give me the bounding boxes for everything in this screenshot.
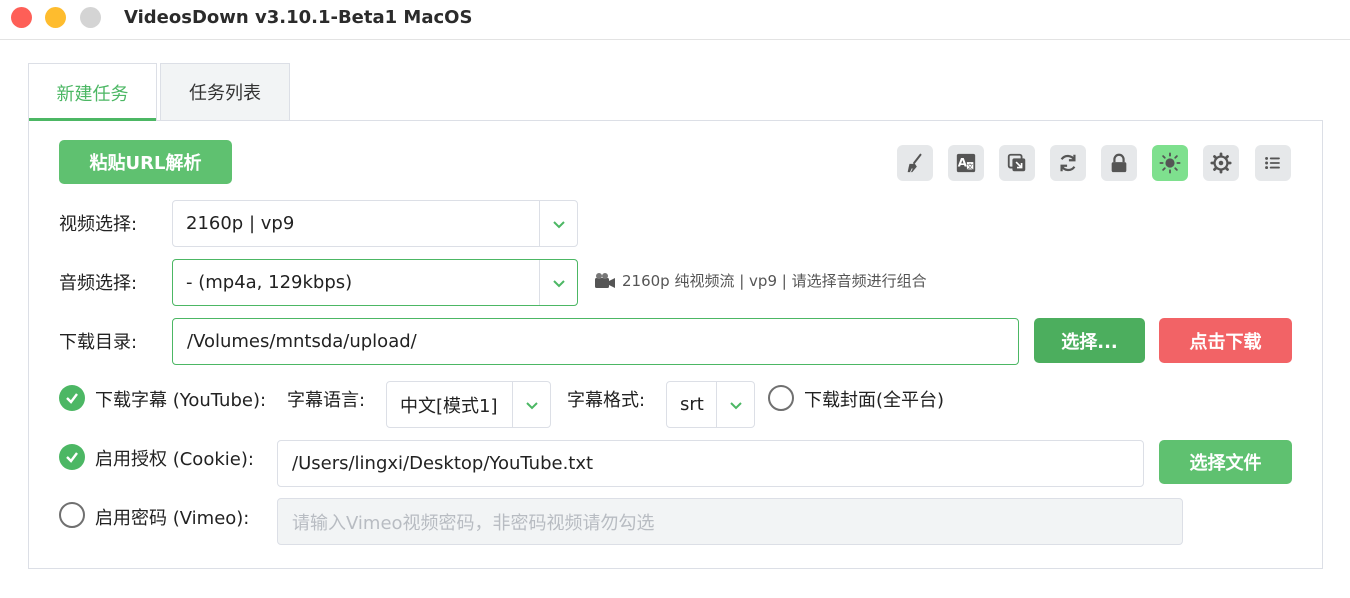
window-title: VideosDown v3.10.1-Beta1 MacOS (124, 7, 473, 28)
chevron-down-icon[interactable] (539, 260, 577, 305)
close-window-button[interactable] (11, 7, 32, 28)
password-input[interactable]: 请输入Vimeo视频密码，非密码视频请勿勾选 (277, 498, 1183, 545)
title-bar: VideosDown v3.10.1-Beta1 MacOS (0, 0, 1350, 40)
cookie-file-input[interactable]: /Users/lingxi/Desktop/YouTube.txt (277, 440, 1144, 487)
app-window: VideosDown v3.10.1-Beta1 MacOS 新建任务 任务列表… (0, 0, 1350, 598)
download-dir-input[interactable]: /Volumes/mntsda/upload/ (172, 318, 1019, 365)
subtitle-checkbox[interactable] (59, 385, 85, 411)
audio-select-label: 音频选择: (59, 273, 138, 294)
tab-task-list[interactable]: 任务列表 (160, 63, 290, 120)
subtitle-lang-value: 中文[模式1] (400, 395, 498, 417)
cookie-checkbox-label: 启用授权 (Cookie): (95, 449, 254, 470)
chevron-down-icon[interactable] (539, 201, 577, 246)
password-checkbox[interactable] (59, 502, 85, 528)
gear-icon[interactable] (1203, 145, 1239, 181)
subtitle-lang-select[interactable]: 中文[模式1] (386, 381, 551, 428)
subtitle-checkbox-label: 下载字幕 (YouTube): (95, 390, 267, 411)
cover-checkbox[interactable] (768, 385, 794, 411)
stream-info: 2160p 纯视频流 | vp9 | 请选择音频进行组合 (594, 270, 927, 291)
choose-dir-button[interactable]: 选择... (1034, 318, 1145, 363)
download-button[interactable]: 点击下载 (1159, 318, 1292, 363)
subtitle-lang-label: 字幕语言: (287, 390, 366, 411)
subtitle-format-label: 字幕格式: (567, 390, 646, 411)
zoom-window-button[interactable] (80, 7, 101, 28)
sun-icon[interactable] (1152, 145, 1188, 181)
video-camera-icon (595, 272, 615, 288)
video-select-value: 2160p | vp9 (186, 213, 295, 234)
cookie-checkbox[interactable] (59, 444, 85, 470)
password-checkbox-label: 启用密码 (Vimeo): (95, 508, 250, 529)
lock-icon[interactable] (1101, 145, 1137, 181)
subtitle-format-select[interactable]: srt (666, 381, 755, 428)
minimize-window-button[interactable] (45, 7, 66, 28)
chevron-down-icon[interactable] (716, 382, 754, 427)
video-select[interactable]: 2160p | vp9 (172, 200, 578, 247)
paste-url-button[interactable]: 粘贴URL解析 (59, 140, 232, 184)
audio-select[interactable]: - (mp4a, 129kbps) (172, 259, 578, 306)
chevron-down-icon[interactable] (512, 382, 550, 427)
choose-file-button[interactable]: 选择文件 (1159, 440, 1292, 484)
broom-icon[interactable] (897, 145, 933, 181)
font-icon[interactable]: A文 (948, 145, 984, 181)
copy-icon[interactable] (999, 145, 1035, 181)
audio-select-value: - (mp4a, 129kbps) (186, 272, 353, 293)
list-icon[interactable] (1255, 145, 1291, 181)
stream-info-text: 2160p 纯视频流 | vp9 | 请选择音频进行组合 (622, 272, 927, 290)
tab-new-task[interactable]: 新建任务 (28, 63, 157, 121)
svg-text:文: 文 (967, 162, 974, 171)
cover-checkbox-label: 下载封面(全平台) (804, 390, 945, 411)
download-dir-label: 下载目录: (59, 332, 138, 353)
subtitle-format-value: srt (680, 394, 704, 415)
refresh-icon[interactable] (1050, 145, 1086, 181)
video-select-label: 视频选择: (59, 214, 138, 235)
